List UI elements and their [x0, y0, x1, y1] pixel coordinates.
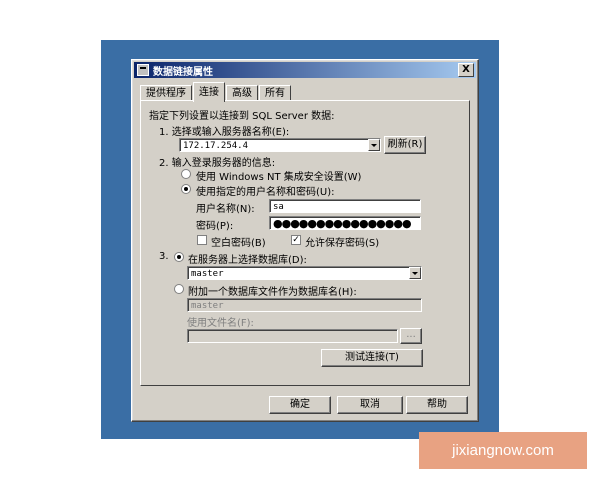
cancel-button[interactable]: 取消: [337, 396, 403, 414]
filename-input[interactable]: [187, 329, 398, 343]
database-value: master: [191, 269, 224, 279]
server-name-value: 172.17.254.4: [183, 141, 249, 151]
tab-strip: 提供程序 连接 高级 所有: [140, 82, 292, 102]
window-title: 数据链接属性: [153, 66, 213, 78]
close-button[interactable]: X: [458, 63, 474, 77]
save-password-checkbox[interactable]: ✓: [291, 235, 301, 245]
radio-select-database[interactable]: [174, 252, 184, 262]
username-label: 用户名称(N):: [196, 204, 255, 215]
browse-button[interactable]: ...: [400, 328, 422, 344]
radio-nt-security[interactable]: [181, 169, 191, 179]
database-combo[interactable]: master: [187, 266, 422, 280]
title-bar[interactable]: 数据链接属性 X: [134, 62, 476, 78]
step1-label: 1. 选择或输入服务器名称(E):: [159, 127, 290, 138]
password-input[interactable]: ●●●●●●●●●●●●●●●●: [269, 216, 421, 230]
help-button[interactable]: 帮助: [406, 396, 468, 414]
blank-password-checkbox[interactable]: [197, 235, 207, 245]
data-link-properties-dialog: 数据链接属性 X 提供程序 连接 高级 所有 指定下列设置以连接到 SQL Se…: [131, 59, 479, 422]
blank-password-label: 空白密码(B): [211, 238, 266, 249]
username-input[interactable]: sa: [269, 199, 421, 213]
watermark-badge: jixiangnow.com: [419, 432, 587, 469]
chevron-down-icon[interactable]: [409, 267, 421, 279]
server-name-combo[interactable]: 172.17.254.4: [179, 138, 381, 152]
radio-nt-security-label: 使用 Windows NT 集成安全设置(W): [196, 172, 362, 183]
chevron-down-icon[interactable]: [368, 139, 380, 151]
connection-panel: 指定下列设置以连接到 SQL Server 数据: 1. 选择或输入服务器名称(…: [140, 100, 470, 386]
test-connection-button[interactable]: 测试连接(T): [321, 349, 423, 367]
step2-label: 2. 输入登录服务器的信息:: [159, 158, 276, 169]
use-filename-label: 使用文件名(F):: [187, 318, 254, 329]
tab-connection[interactable]: 连接: [193, 82, 225, 102]
radio-attach-database-label: 附加一个数据库文件作为数据库名(H):: [188, 287, 357, 298]
intro-text: 指定下列设置以连接到 SQL Server 数据:: [149, 111, 335, 122]
save-password-label: 允许保存密码(S): [305, 238, 380, 249]
radio-select-database-label: 在服务器上选择数据库(D):: [188, 255, 307, 266]
radio-specified-user-label: 使用指定的用户名称和密码(U):: [196, 187, 335, 198]
ok-button[interactable]: 确定: [269, 396, 331, 414]
window-icon: [137, 64, 149, 76]
step3-number: 3.: [159, 251, 169, 262]
radio-attach-database[interactable]: [174, 284, 184, 294]
radio-specified-user[interactable]: [181, 184, 191, 194]
refresh-button[interactable]: 刷新(R): [384, 136, 426, 154]
attach-database-input[interactable]: master: [187, 298, 422, 312]
password-label: 密码(P):: [196, 221, 234, 232]
